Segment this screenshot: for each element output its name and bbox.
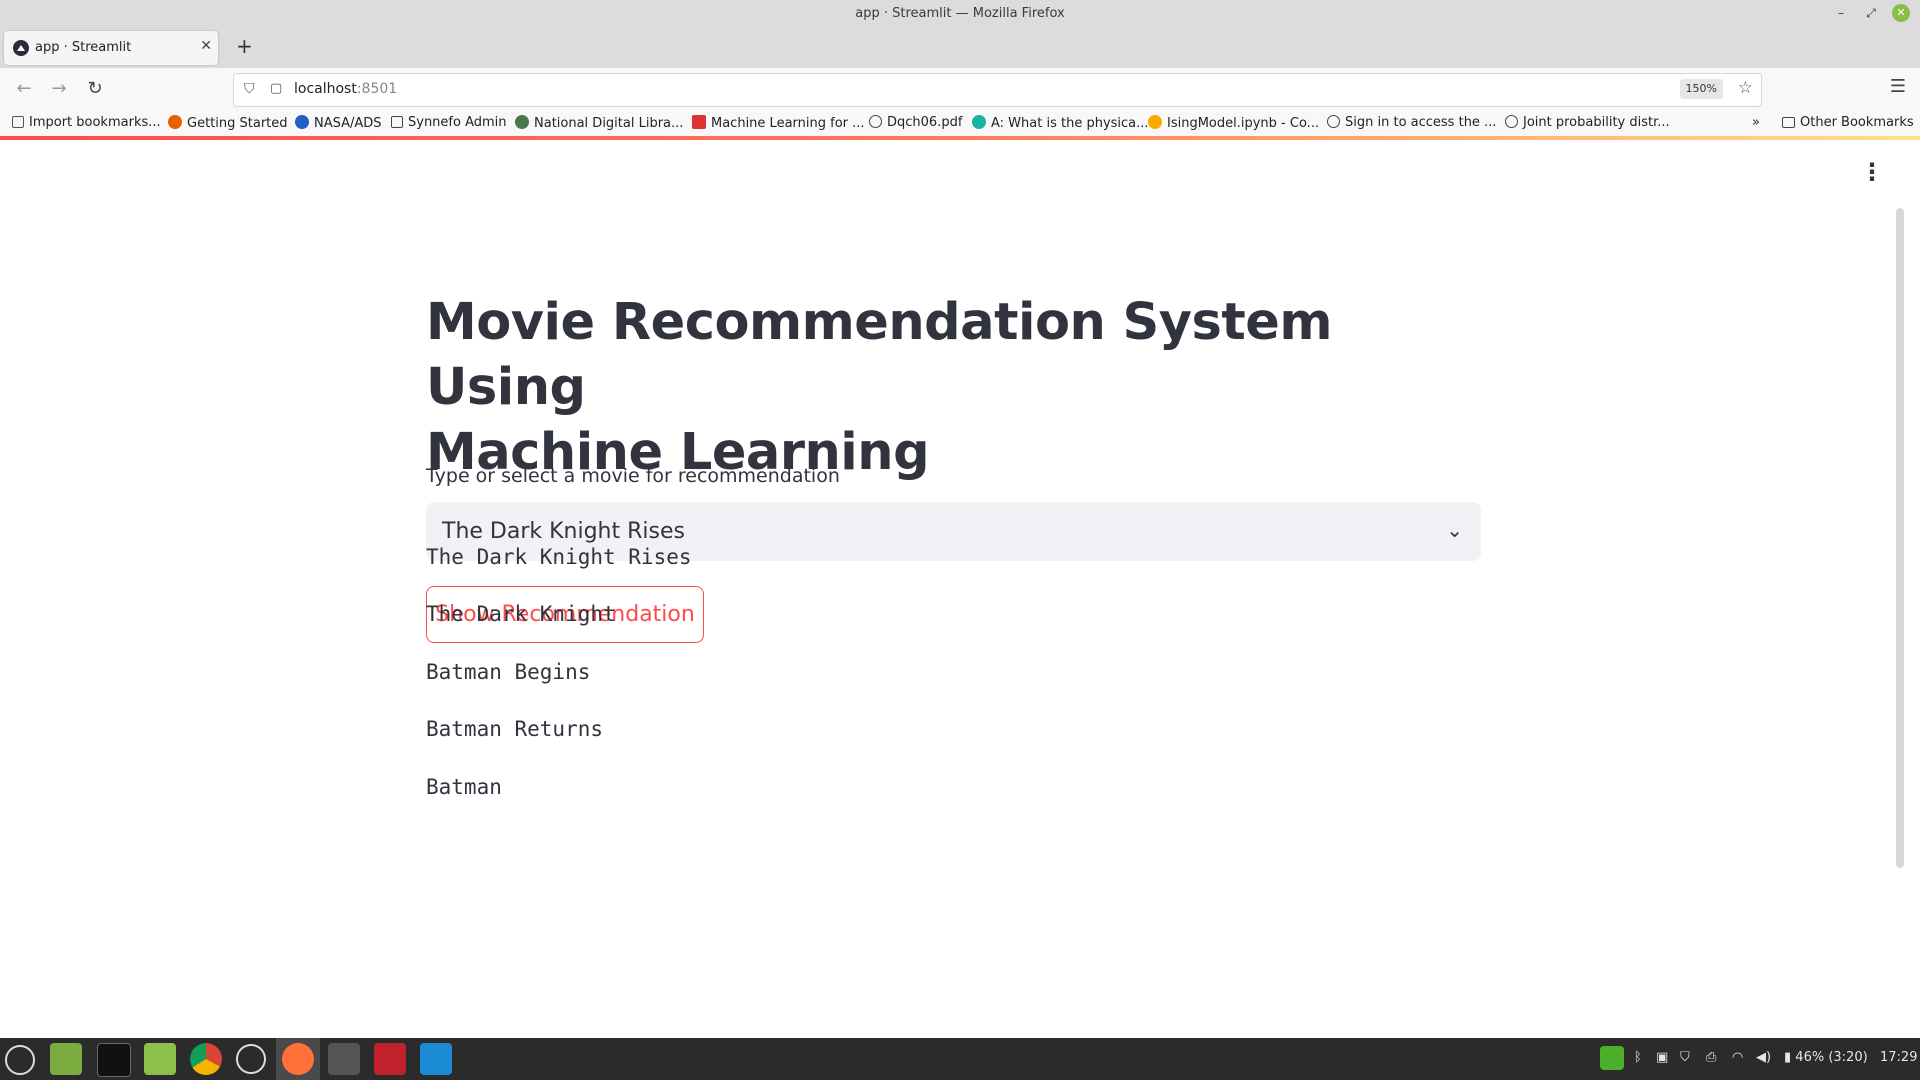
system-taskbar: ᛒ ▣ ⛉ ⎙ ◠ ◀) ▮ 46% (3:20) 17:29 <box>0 1038 1920 1080</box>
bookmark-label: Import bookmarks... <box>29 115 161 130</box>
recommendation-item: Batman Begins <box>426 660 591 684</box>
title-line-1: Movie Recommendation System Using <box>426 293 1333 417</box>
library-icon <box>515 115 529 129</box>
vscode-icon[interactable] <box>420 1043 452 1075</box>
other-bookmarks[interactable]: Other Bookmarks <box>1782 115 1914 130</box>
zoom-level-button[interactable]: 150% <box>1679 79 1723 99</box>
show-desktop-icon[interactable] <box>50 1043 82 1075</box>
bookmark-label: Machine Learning for ... <box>711 116 865 131</box>
streamlit-app: ⋮ Movie Recommendation System Using Mach… <box>0 140 1904 1038</box>
bookmark-label: Dqch06.pdf <box>887 115 963 130</box>
bookmarks-bar: Import bookmarks... Getting Started NASA… <box>0 110 1920 136</box>
movie-select-label: Type or select a movie for recommendatio… <box>426 465 840 487</box>
page-title: Movie Recommendation System Using Machin… <box>426 290 1426 485</box>
bookmark-star-icon[interactable]: ☆ <box>1738 78 1753 98</box>
recommendation-item: Batman <box>426 775 502 799</box>
url-bar[interactable]: ⛉ ▢ localhost:8501 150% ☆ <box>233 73 1762 107</box>
chrome-icon[interactable] <box>190 1043 222 1075</box>
tab-bar: app · Streamlit ✕ + <box>0 28 1920 68</box>
printer-icon[interactable]: ⎙ <box>1706 1050 1716 1065</box>
url-text[interactable]: localhost:8501 <box>294 81 397 97</box>
globe-icon <box>1505 115 1518 128</box>
bookmark-label: Getting Started <box>187 116 288 131</box>
bluetooth-icon[interactable]: ᛒ <box>1634 1050 1642 1065</box>
volume-icon[interactable]: ◀) <box>1756 1050 1771 1065</box>
bookmark-item[interactable]: NASA/ADS <box>295 115 382 131</box>
tex-editor-icon[interactable] <box>328 1043 360 1075</box>
web-app-icon[interactable] <box>236 1044 266 1074</box>
window-title: app · Streamlit — Mozilla Firefox <box>855 6 1065 21</box>
import-icon <box>12 116 24 128</box>
bookmark-item[interactable]: Getting Started <box>168 115 288 131</box>
back-icon[interactable]: ← <box>13 78 35 99</box>
close-window-icon[interactable]: ✕ <box>1892 4 1910 22</box>
bookmark-label: Synnefo Admin <box>408 115 507 130</box>
bookmark-item[interactable]: Sign in to access the ... <box>1327 115 1496 130</box>
bookmark-label: NASA/ADS <box>314 116 382 131</box>
shield-icon[interactable]: ⛉ <box>244 81 255 97</box>
firefox-icon[interactable] <box>282 1043 314 1075</box>
synnefo-icon <box>391 116 403 128</box>
wifi-icon[interactable]: ◠ <box>1732 1050 1743 1065</box>
mint-menu-icon[interactable] <box>5 1045 35 1075</box>
ml-book-icon <box>692 115 706 129</box>
folder-icon <box>1782 117 1795 128</box>
bookmark-label: Other Bookmarks <box>1800 115 1914 130</box>
tab-title: app · Streamlit <box>35 40 132 55</box>
close-tab-icon[interactable]: ✕ <box>200 38 212 54</box>
reload-icon[interactable]: ↻ <box>84 78 106 99</box>
forward-icon[interactable]: → <box>48 78 70 99</box>
chevron-down-icon[interactable]: ⌄ <box>1446 518 1463 542</box>
hamburger-menu-icon[interactable]: ☰ <box>1890 76 1906 97</box>
document-viewer-icon[interactable] <box>374 1043 406 1075</box>
minimize-icon[interactable]: – <box>1832 4 1850 22</box>
globe-icon <box>1327 115 1340 128</box>
movie-select-value[interactable]: The Dark Knight Rises <box>442 519 685 544</box>
url-port: :8501 <box>356 81 398 97</box>
url-host: localhost <box>294 81 357 97</box>
recommendation-item: The Dark Knight <box>426 602 616 626</box>
bookmark-label: A: What is the physica... <box>991 116 1149 131</box>
firefox-icon <box>168 115 182 129</box>
battery-text: 46% (3:20) <box>1795 1050 1868 1065</box>
files-icon[interactable] <box>144 1043 176 1075</box>
battery-indicator[interactable]: ▮ 46% (3:20) <box>1784 1050 1868 1065</box>
bookmark-item[interactable]: IsingModel.ipynb - Co... <box>1148 115 1319 131</box>
shield-tray-icon[interactable]: ⛉ <box>1680 1050 1690 1065</box>
page-scrollbar[interactable] <box>1896 208 1904 868</box>
recommendation-item: The Dark Knight Rises <box>426 545 692 569</box>
clock[interactable]: 17:29 <box>1880 1050 1917 1065</box>
globe-icon <box>869 115 882 128</box>
bookmark-label: Sign in to access the ... <box>1345 115 1497 130</box>
recommendation-item: Batman Returns <box>426 717 604 741</box>
window-titlebar: app · Streamlit — Mozilla Firefox – ⤢ ✕ <box>0 0 1920 28</box>
bookmark-item[interactable]: Machine Learning for ... <box>692 115 865 131</box>
streamlit-favicon-icon <box>13 40 29 56</box>
bookmark-label: Joint probability distr... <box>1523 115 1670 130</box>
clipboard-icon[interactable]: ▣ <box>1656 1050 1668 1065</box>
ads-icon <box>295 115 309 129</box>
bookmark-label: National Digital Libra... <box>534 116 684 131</box>
bookmark-item[interactable]: Dqch06.pdf <box>869 115 962 130</box>
bookmark-item[interactable]: Joint probability distr... <box>1505 115 1670 130</box>
bookmark-label: IsingModel.ipynb - Co... <box>1167 116 1320 131</box>
colab-icon <box>1148 115 1162 129</box>
battery-icon: ▮ <box>1784 1050 1796 1065</box>
bookmark-item[interactable]: A: What is the physica... <box>972 115 1149 131</box>
maximize-icon[interactable]: ⤢ <box>1862 4 1880 22</box>
bookmark-item[interactable]: Import bookmarks... <box>12 115 161 130</box>
update-ok-icon[interactable] <box>1600 1046 1624 1070</box>
new-tab-button[interactable]: + <box>236 36 253 56</box>
bookmark-item[interactable]: National Digital Libra... <box>515 115 683 131</box>
main-menu-icon[interactable]: ⋮ <box>1860 158 1884 186</box>
chat-icon <box>972 115 986 129</box>
bookmarks-overflow-icon[interactable]: » <box>1752 115 1760 130</box>
page-info-icon[interactable]: ▢ <box>270 81 282 96</box>
bookmark-item[interactable]: Synnefo Admin <box>391 115 507 130</box>
browser-tab[interactable]: app · Streamlit ✕ <box>4 31 218 65</box>
terminal-icon[interactable] <box>97 1043 131 1077</box>
navigation-bar: ← → ↻ ⛉ ▢ localhost:8501 150% ☆ ☰ <box>0 68 1920 110</box>
